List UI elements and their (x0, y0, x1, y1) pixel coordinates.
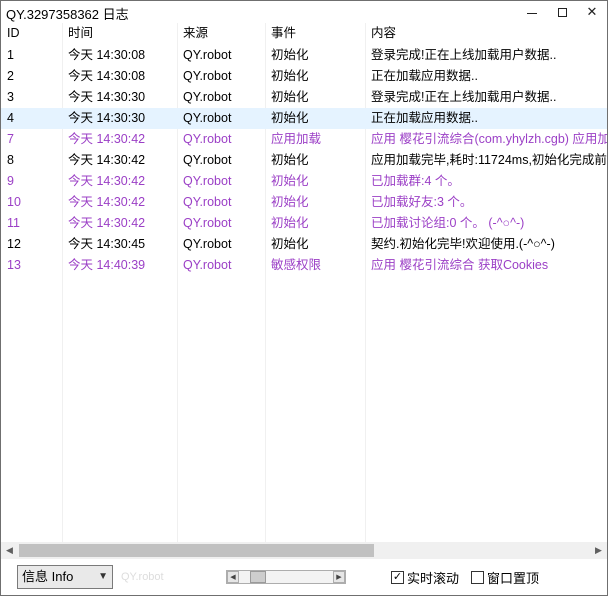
cell-id: 4 (7, 111, 14, 125)
cell-event: 初始化 (271, 153, 309, 167)
cell-content: 登录完成!正在上线加载用户数据.. (371, 90, 557, 104)
scrollbar-thumb[interactable] (19, 544, 374, 557)
cell-content: 契约.初始化完毕!欢迎使用.(-^○^-) (371, 237, 555, 251)
title-bar[interactable]: QY.3297358362 日志 ✕ (1, 1, 607, 23)
maximize-icon[interactable] (547, 1, 577, 23)
slider-right-icon[interactable]: ▶ (333, 571, 345, 583)
table-row[interactable]: 10 今天 14:30:42 QY.robot 初始化 已加载好友:3 个。 (1, 192, 607, 213)
cell-source: QY.robot (183, 258, 232, 272)
cell-content: 正在加载应用数据.. (371, 69, 478, 83)
cell-content: 已加载讨论组:0 个。 (-^○^-) (371, 216, 525, 230)
cell-source: QY.robot (183, 153, 232, 167)
checkbox-unchecked-icon[interactable] (471, 570, 484, 584)
cell-id: 9 (7, 174, 14, 188)
cell-event: 初始化 (271, 216, 309, 230)
cell-time: 今天 14:30:42 (68, 216, 146, 230)
table-row[interactable]: 7 今天 14:30:42 QY.robot 应用加载 应用 樱花引流综合(com.yh… (1, 129, 607, 150)
log-level-select[interactable]: 信息 Info ▼ (17, 565, 113, 589)
column-header-event[interactable]: 事件 (265, 23, 365, 44)
cell-content: 已加载群:4 个。 (371, 174, 460, 188)
cell-event: 初始化 (271, 237, 309, 251)
cell-event: 敏感权限 (271, 258, 322, 272)
realtime-scroll-label: 实时滚动 (407, 570, 460, 586)
cell-event: 初始化 (271, 90, 309, 104)
cell-id: 11 (7, 216, 20, 230)
cell-id: 2 (7, 69, 14, 83)
cell-time: 今天 14:30:08 (68, 48, 146, 62)
column-header-source[interactable]: 来源 (177, 23, 265, 44)
cell-time: 今天 14:30:42 (68, 132, 146, 146)
cell-id: 13 (7, 258, 21, 272)
log-window: QY.3297358362 日志 ✕ ID 时间 来源 事件 内容 1 今天 14… (0, 0, 608, 596)
cell-content: 已加载好友:3 个。 (371, 195, 473, 209)
table-row[interactable]: 12 今天 14:30:45 QY.robot 初始化 契约.初始化完毕!欢迎使用.(-… (1, 234, 607, 255)
cell-id: 8 (7, 153, 14, 167)
cell-content: 应用 樱花引流综合 获取Cookies (371, 258, 549, 272)
cell-content: 应用加载完毕,耗时:11724ms,初始化完成前即 (371, 153, 607, 167)
table-row[interactable]: 2 今天 14:30:08 QY.robot 初始化 正在加载应用数据.. (1, 66, 607, 87)
cell-time: 今天 14:40:39 (68, 258, 146, 272)
cell-id: 3 (7, 90, 14, 104)
cell-id: 12 (7, 237, 21, 251)
bottom-toolbar: 信息 Info ▼ QY.robot ◀ ▶ ✓ 实时滚动 窗口置顶 (1, 559, 607, 595)
window-top-label: 窗口置顶 (487, 570, 540, 586)
column-header-id[interactable]: ID (1, 23, 62, 44)
cell-id: 7 (7, 132, 14, 146)
scroll-left-icon[interactable]: ◀ (1, 542, 18, 559)
cell-content: 登录完成!正在上线加载用户数据.. (371, 48, 557, 62)
slider-thumb[interactable] (250, 571, 266, 583)
table-row[interactable]: 11 今天 14:30:42 QY.robot 初始化 已加载讨论组:0 个。 (-^○… (1, 213, 607, 234)
cell-event: 初始化 (271, 48, 309, 62)
cell-content: 正在加载应用数据.. (371, 111, 478, 125)
scroll-right-icon[interactable]: ▶ (590, 542, 607, 559)
table-row[interactable]: 1 今天 14:30:08 QY.robot 初始化 登录完成!正在上线加载用户数据.. (1, 45, 607, 66)
cell-id: 10 (7, 195, 21, 209)
cell-time: 今天 14:30:42 (68, 174, 146, 188)
cell-source: QY.robot (183, 90, 232, 104)
cell-time: 今天 14:30:45 (68, 237, 146, 251)
table-row[interactable]: 9 今天 14:30:42 QY.robot 初始化 已加载群:4 个。 (1, 171, 607, 192)
realtime-scroll-checkbox[interactable]: ✓ 实时滚动 (391, 570, 460, 586)
table-row[interactable]: 3 今天 14:30:30 QY.robot 初始化 登录完成!正在上线加载用户数据.. (1, 87, 607, 108)
table-row[interactable]: 4 今天 14:30:30 QY.robot 初始化 正在加载应用数据.. (1, 108, 607, 129)
close-icon[interactable]: ✕ (577, 1, 607, 23)
cell-source: QY.robot (183, 174, 232, 188)
cell-id: 1 (7, 48, 14, 62)
cell-time: 今天 14:30:30 (68, 111, 146, 125)
cell-event: 初始化 (271, 69, 309, 83)
window-title: QY.3297358362 日志 (6, 7, 129, 22)
column-header-content[interactable]: 内容 (365, 23, 607, 44)
cell-source: QY.robot (183, 237, 232, 251)
cell-source: QY.robot (183, 195, 232, 209)
cell-source: QY.robot (183, 111, 232, 125)
column-header-time[interactable]: 时间 (62, 23, 177, 44)
list-header: ID 时间 来源 事件 内容 (1, 23, 607, 44)
minimize-icon[interactable] (517, 1, 547, 23)
horizontal-slider[interactable]: ◀ ▶ (226, 570, 346, 584)
cell-event: 初始化 (271, 174, 309, 188)
cell-source: QY.robot (183, 132, 232, 146)
cell-source: QY.robot (183, 69, 232, 83)
cell-time: 今天 14:30:42 (68, 153, 146, 167)
table-row[interactable]: 8 今天 14:30:42 QY.robot 初始化 应用加载完毕,耗时:11724ms… (1, 150, 607, 171)
cell-event: 初始化 (271, 111, 309, 125)
cell-source: QY.robot (183, 48, 232, 62)
log-list[interactable]: ID 时间 来源 事件 内容 1 今天 14:30:08 QY.robot 初始化 登录… (1, 23, 607, 542)
slider-left-icon[interactable]: ◀ (227, 571, 239, 583)
window-top-checkbox[interactable]: 窗口置顶 (471, 570, 540, 586)
chevron-down-icon: ▼ (98, 571, 108, 582)
cell-time: 今天 14:30:42 (68, 195, 146, 209)
cell-source: QY.robot (183, 216, 232, 230)
cell-time: 今天 14:30:30 (68, 90, 146, 104)
log-level-value: 信息 Info (22, 569, 74, 584)
cell-event: 应用加载 (271, 132, 322, 146)
table-row[interactable]: 13 今天 14:40:39 QY.robot 敏感权限 应用 樱花引流综合 获取Coo… (1, 255, 607, 276)
cell-event: 初始化 (271, 195, 309, 209)
checkbox-checked-icon[interactable]: ✓ (391, 570, 404, 584)
cell-time: 今天 14:30:08 (68, 69, 146, 83)
cell-content: 应用 樱花引流综合(com.yhylzh.cgb) 应用加 (371, 132, 607, 146)
horizontal-scrollbar[interactable]: ◀ ▶ (1, 542, 607, 559)
source-filter-hint: QY.robot (121, 571, 164, 583)
